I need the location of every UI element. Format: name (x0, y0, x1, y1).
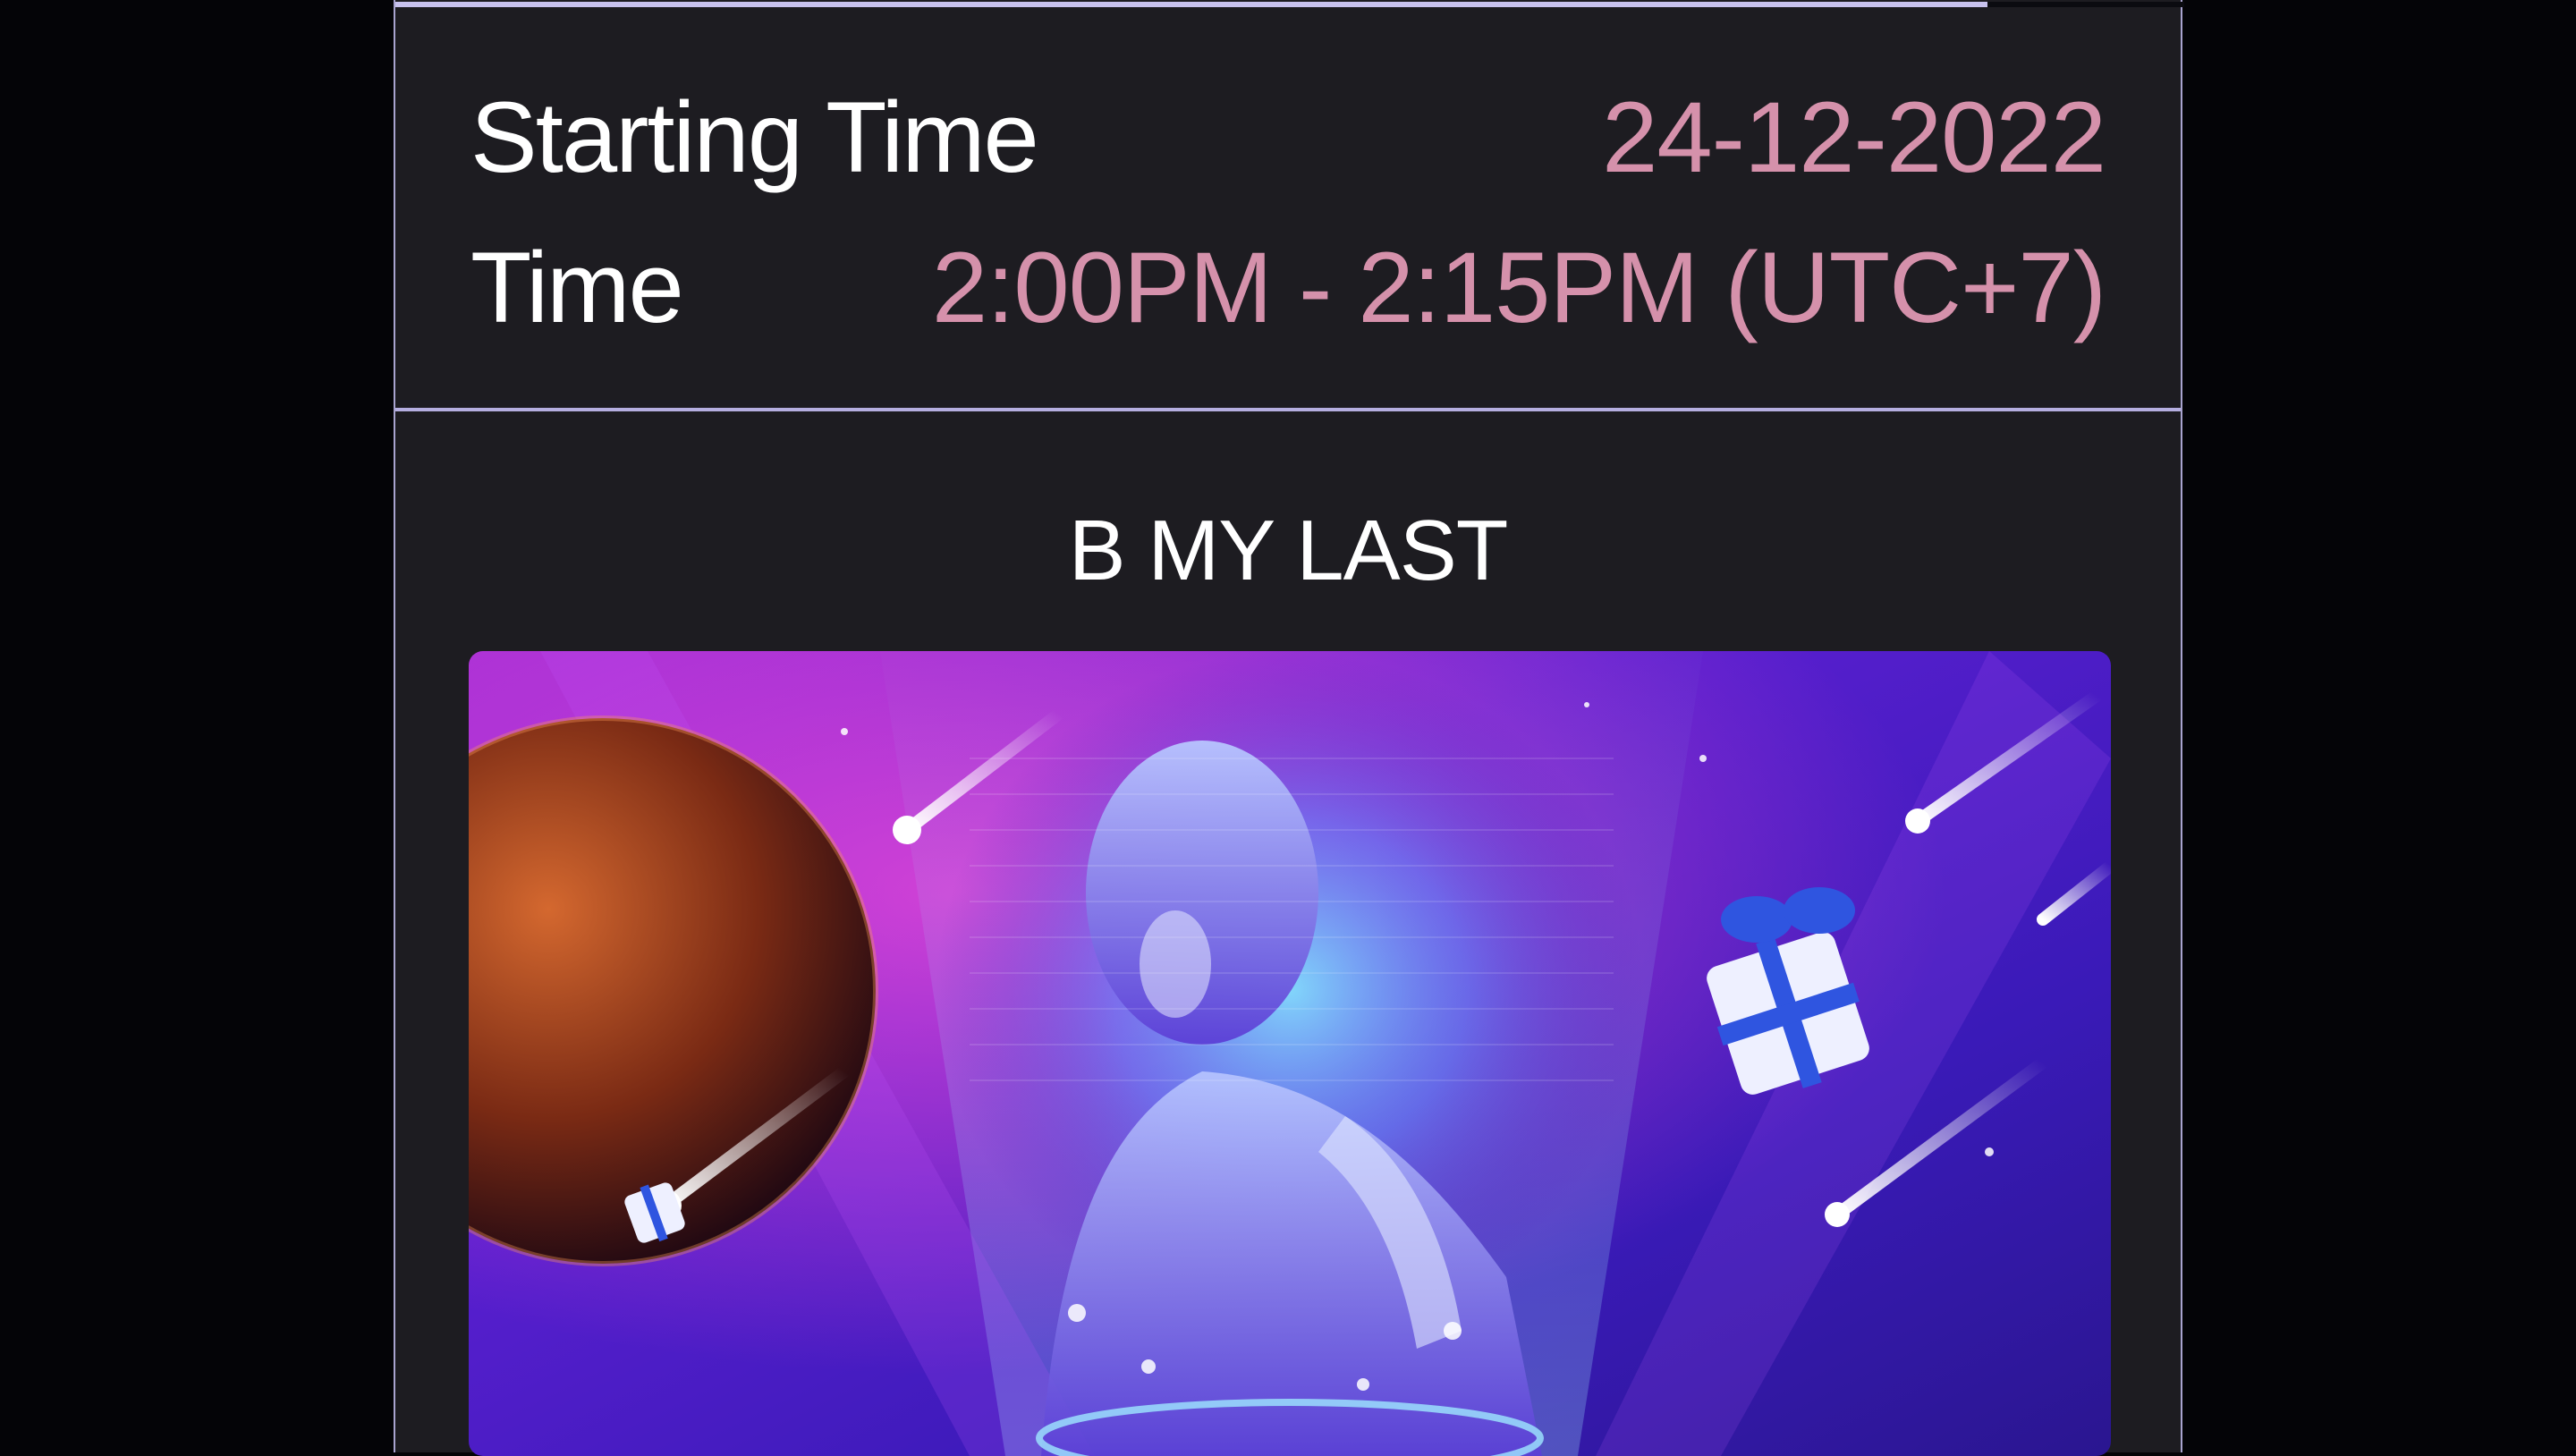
event-panel: Starting Time 24-12-2022 Time 2:00PM - 2… (394, 0, 2184, 1456)
time-label: Time (470, 232, 684, 343)
event-banner-image[interactable] (469, 651, 2111, 1456)
event-title: B MY LAST (1068, 503, 1509, 598)
starting-time-value: 24-12-2022 (1602, 81, 2106, 193)
starting-time-label: Starting Time (470, 81, 1039, 193)
schedule-info: Starting Time 24-12-2022 Time 2:00PM - 2… (395, 7, 2181, 411)
time-row: Time 2:00PM - 2:15PM (UTC+7) (470, 234, 2106, 342)
time-value: 2:00PM - 2:15PM (UTC+7) (931, 232, 2106, 343)
starting-time-row: Starting Time 24-12-2022 (470, 84, 2106, 191)
